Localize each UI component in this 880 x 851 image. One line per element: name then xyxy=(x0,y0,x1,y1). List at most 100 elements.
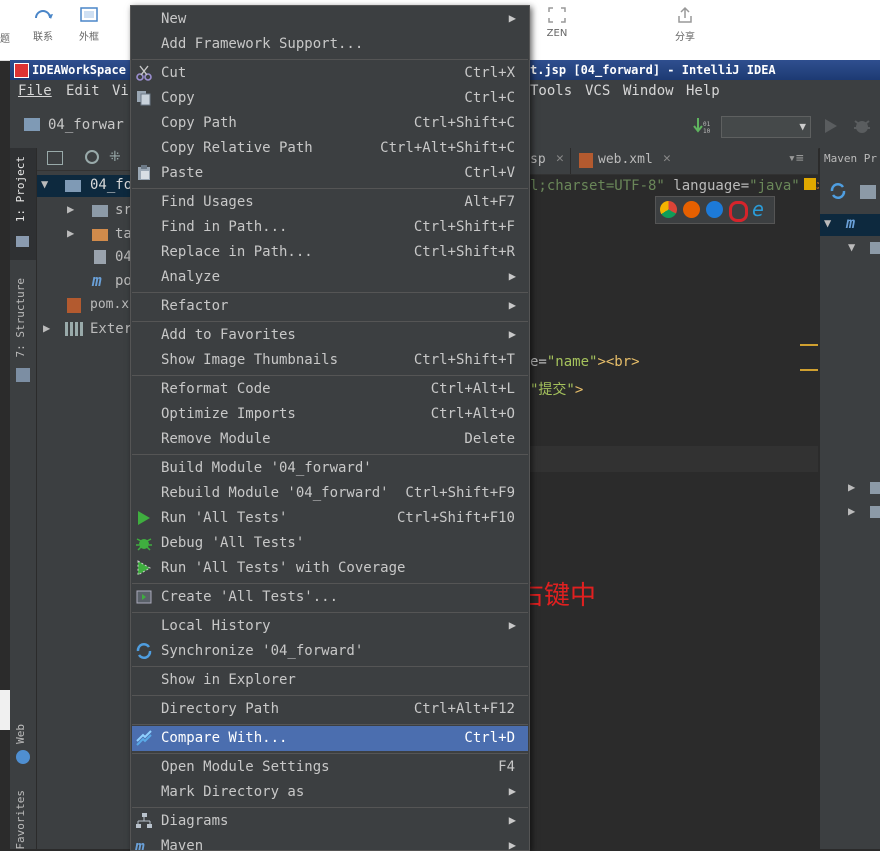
menu-item-mark-directory-as[interactable]: Mark Directory as ▶ xyxy=(132,780,528,805)
diagram-icon xyxy=(136,813,152,828)
menu-vcs[interactable]: VCS xyxy=(585,83,610,99)
menu-file[interactable]: File xyxy=(18,83,52,99)
menu-item-new[interactable]: New ▶ xyxy=(132,7,528,32)
tab-web-xml[interactable]: web.xml ✕ xyxy=(576,148,686,174)
tree-row-external-libraries[interactable]: ▶ Exter xyxy=(37,319,137,341)
run-icon[interactable] xyxy=(824,118,838,134)
menu-item-remove-module[interactable]: Remove Module Delete xyxy=(132,427,528,452)
tab-list-icon[interactable]: ▾≡ xyxy=(788,151,804,166)
code-token: e= xyxy=(530,354,547,370)
menu-item-shortcut: Ctrl+X xyxy=(464,65,515,81)
menu-item-find-in-path[interactable]: Find in Path... Ctrl+Shift+F xyxy=(132,215,528,240)
menu-item-run-all-tests[interactable]: Run 'All Tests' Ctrl+Shift+F10 xyxy=(132,506,528,531)
toolbar-item-frame[interactable]: 外框 xyxy=(64,6,114,43)
menu-item-open-module-settings[interactable]: Open Module Settings F4 xyxy=(132,755,528,780)
run-config-select[interactable]: ▼ xyxy=(721,116,811,138)
menu-item-diagrams[interactable]: Diagrams ▶ xyxy=(132,809,528,834)
expand-arrow-icon[interactable]: ▼ xyxy=(848,240,855,254)
inspection-status-icon[interactable] xyxy=(804,178,816,190)
menu-help[interactable]: Help xyxy=(686,83,720,99)
menu-separator xyxy=(132,724,528,725)
menu-edit[interactable]: Edit xyxy=(66,83,100,99)
menu-item-debug-all-tests[interactable]: Debug 'All Tests' xyxy=(132,531,528,556)
tool-tab-project[interactable]: 1: Project xyxy=(14,156,27,222)
tool-tab-structure[interactable]: 7: Structure xyxy=(14,278,27,357)
fullscreen-icon xyxy=(548,7,566,23)
tool-tab-favorites[interactable]: Favorites xyxy=(14,790,27,850)
editor-area[interactable]: l;charset=UTF-8" language="java" %> e e=… xyxy=(466,148,825,849)
menu-item-synchronize[interactable]: Synchronize '04_forward' xyxy=(132,639,528,664)
maven-tree-row[interactable]: ▼ m xyxy=(820,214,880,236)
menu-item-add-to-favorites[interactable]: Add to Favorites ▶ xyxy=(132,323,528,348)
settings-icon[interactable]: ⁜ xyxy=(109,149,121,165)
tree-row-module[interactable]: ▼ 04_fo xyxy=(37,175,137,197)
collapse-arrow-icon[interactable]: ▶ xyxy=(848,480,855,494)
menu-item-label: Replace in Path... xyxy=(161,244,313,260)
collapse-all-icon[interactable] xyxy=(47,151,63,165)
menu-item-compare-with[interactable]: Compare With... Ctrl+D xyxy=(132,726,528,751)
tree-row-label: pom.x xyxy=(90,297,130,312)
menu-view[interactable]: Vi xyxy=(112,83,129,99)
opera-icon[interactable] xyxy=(729,201,748,222)
tree-row-src[interactable]: ▶ sr xyxy=(37,200,137,222)
menu-item-create-all-tests[interactable]: Create 'All Tests'... xyxy=(132,585,528,610)
menu-item-run-with-coverage[interactable]: Run 'All Tests' with Coverage xyxy=(132,556,528,581)
menu-item-find-usages[interactable]: Find Usages Alt+F7 xyxy=(132,190,528,215)
locate-icon[interactable] xyxy=(85,150,99,164)
tab-jsp[interactable]: sp ✕ xyxy=(530,148,571,174)
safari-icon[interactable] xyxy=(706,201,723,218)
menu-item-shortcut: Ctrl+Shift+F9 xyxy=(405,485,515,501)
menu-item-shortcut: Ctrl+C xyxy=(464,90,515,106)
menu-item-copy[interactable]: Copy Ctrl+C xyxy=(132,86,528,111)
menu-item-replace-in-path[interactable]: Replace in Path... Ctrl+Shift+R xyxy=(132,240,528,265)
menu-item-label: Debug 'All Tests' xyxy=(161,535,305,551)
menu-item-optimize-imports[interactable]: Optimize Imports Ctrl+Alt+O xyxy=(132,402,528,427)
menu-item-show-image-thumbnails[interactable]: Show Image Thumbnails Ctrl+Shift+T xyxy=(132,348,528,373)
menu-item-directory-path[interactable]: Directory Path Ctrl+Alt+F12 xyxy=(132,697,528,722)
menu-item-shortcut: Ctrl+Alt+Shift+C xyxy=(380,140,515,156)
vcs-update-icon[interactable]: 0110 xyxy=(693,116,711,136)
tree-row-pom[interactable]: m po xyxy=(37,271,137,293)
menu-item-copy-relative-path[interactable]: Copy Relative Path Ctrl+Alt+Shift+C xyxy=(132,136,528,161)
tool-tab-web[interactable]: Web xyxy=(14,724,27,744)
window-title-left: IDEAWorkSpace xyxy=(32,63,126,77)
menu-item-add-framework-support[interactable]: Add Framework Support... xyxy=(132,32,528,57)
menu-item-rebuild-module[interactable]: Rebuild Module '04_forward' Ctrl+Shift+F… xyxy=(132,481,528,506)
menu-item-analyze[interactable]: Analyze ▶ xyxy=(132,265,528,290)
menu-item-copy-path[interactable]: Copy Path Ctrl+Shift+C xyxy=(132,111,528,136)
close-icon[interactable]: ✕ xyxy=(556,151,564,166)
debug-icon[interactable] xyxy=(852,116,872,136)
toolbar-item-zen[interactable]: ZEN xyxy=(532,6,582,39)
menu-item-shortcut: Ctrl+Shift+T xyxy=(413,352,515,368)
menu-tools[interactable]: Tools xyxy=(530,83,572,99)
folder-icon xyxy=(92,205,108,217)
menu-window[interactable]: Window xyxy=(623,83,674,99)
share-icon xyxy=(678,6,692,23)
tree-row-iml[interactable]: 04 xyxy=(37,247,137,269)
folder-icon xyxy=(92,229,108,241)
menu-separator xyxy=(132,454,528,455)
menu-item-cut[interactable]: Cut Ctrl+X xyxy=(132,61,528,86)
maven-add-icon[interactable] xyxy=(860,185,876,199)
nav-module-name[interactable]: 04_forwar xyxy=(48,117,124,133)
collapse-arrow-icon[interactable]: ▶ xyxy=(848,504,855,518)
menu-item-reformat-code[interactable]: Reformat Code Ctrl+Alt+L xyxy=(132,377,528,402)
menu-item-local-history[interactable]: Local History ▶ xyxy=(132,614,528,639)
menu-item-show-in-explorer[interactable]: Show in Explorer xyxy=(132,668,528,693)
firefox-icon[interactable] xyxy=(683,201,700,218)
menu-separator xyxy=(132,188,528,189)
maven-refresh-icon[interactable] xyxy=(828,181,848,201)
menu-item-paste[interactable]: Paste Ctrl+V xyxy=(132,161,528,186)
chrome-icon[interactable] xyxy=(660,201,677,218)
toolbar-item-contact[interactable]: 联系 xyxy=(18,6,68,43)
tree-row-target[interactable]: ▶ ta xyxy=(37,224,137,246)
menu-item-maven[interactable]: m Maven ▶ xyxy=(132,834,528,850)
maven-icon: m xyxy=(92,271,102,290)
toolbar-item-share[interactable]: 分享 xyxy=(660,6,710,43)
close-icon[interactable]: ✕ xyxy=(663,151,671,166)
menu-item-build-module[interactable]: Build Module '04_forward' xyxy=(132,456,528,481)
tree-row-pom-xml[interactable]: pom.x xyxy=(37,295,137,317)
ie-icon[interactable]: e xyxy=(752,197,764,221)
menu-item-shortcut: Ctrl+Shift+C xyxy=(413,115,515,131)
menu-item-refactor[interactable]: Refactor ▶ xyxy=(132,294,528,319)
